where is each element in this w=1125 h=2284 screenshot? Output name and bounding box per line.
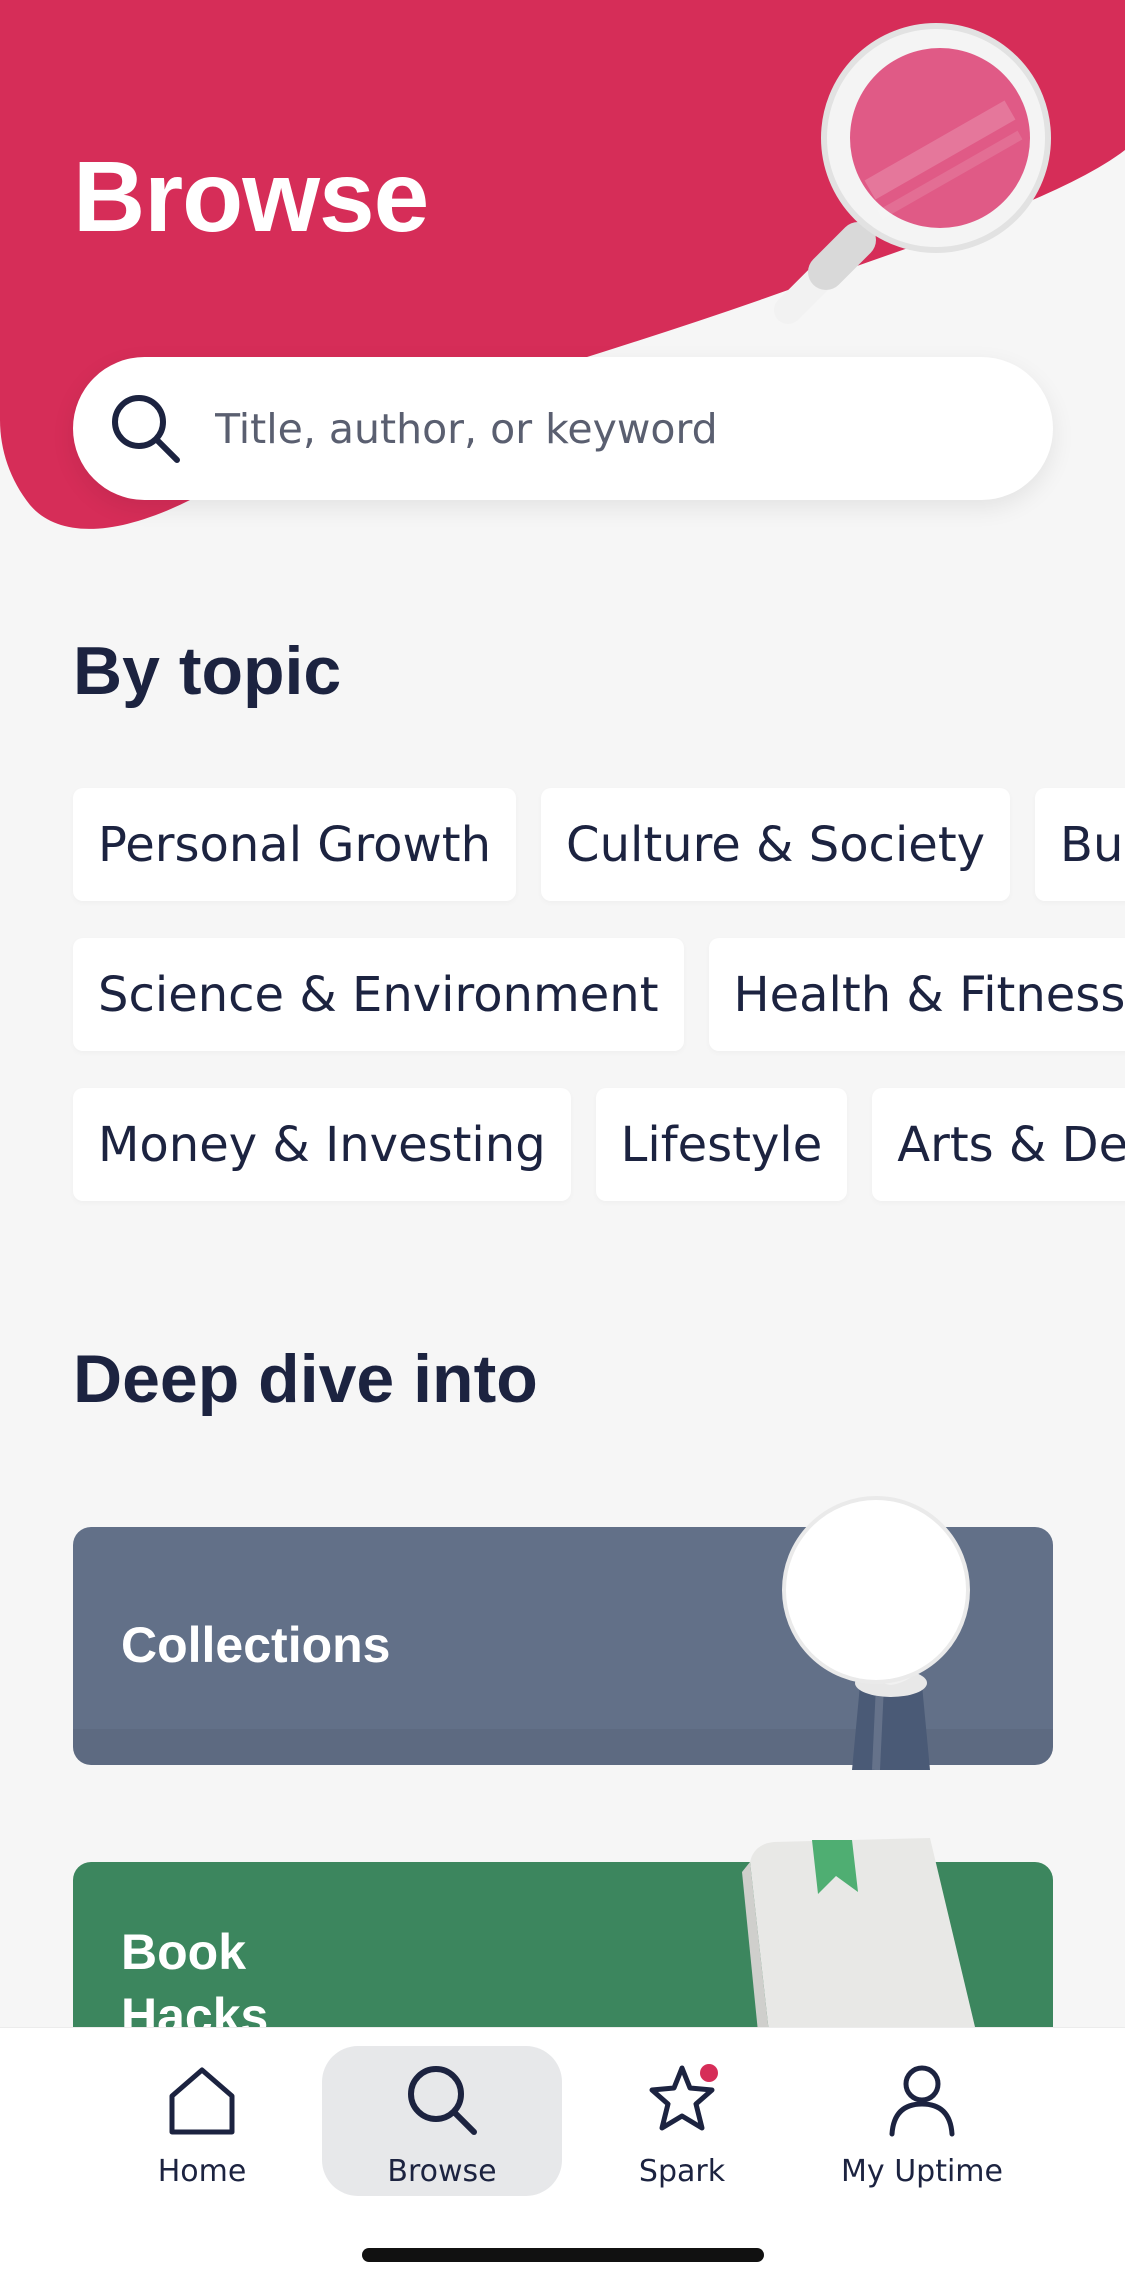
- nav-home-label: Home: [157, 2154, 247, 2189]
- deep-dive-heading: Deep dive into: [73, 1341, 538, 1417]
- topic-chip-science-environment[interactable]: Science & Environment: [73, 938, 684, 1051]
- browse-screen: Browse By topic Personal Growth Culture …: [0, 0, 1125, 2284]
- topic-chip-business-careers[interactable]: Business & Careers: [1035, 788, 1125, 901]
- topic-chip-money-investing[interactable]: Money & Investing: [73, 1088, 571, 1201]
- search-input[interactable]: [215, 404, 995, 453]
- search-icon: [408, 2066, 477, 2135]
- search-bar[interactable]: [73, 357, 1053, 500]
- topic-chip-culture-society[interactable]: Culture & Society: [541, 788, 1011, 901]
- topic-row-3: Money & Investing Lifestyle Arts & Desig…: [73, 1088, 1125, 1201]
- topic-chip-lifestyle[interactable]: Lifestyle: [595, 1088, 848, 1201]
- home-indicator: [362, 2248, 764, 2262]
- search-icon: [112, 394, 180, 463]
- collections-card-label: Collections: [121, 1617, 391, 1673]
- topic-chip-health-fitness[interactable]: Health & Fitness: [708, 938, 1125, 1051]
- nav-my-uptime-label: My Uptime: [841, 2154, 1003, 2189]
- profile-icon: [889, 2065, 955, 2137]
- bottom-nav: Home Browse Spark My Uptime: [0, 2027, 1125, 2284]
- home-icon: [169, 2067, 235, 2135]
- nav-spark[interactable]: Spark: [562, 2046, 802, 2196]
- notification-dot: [700, 2064, 718, 2082]
- nav-my-uptime[interactable]: My Uptime: [802, 2046, 1042, 2196]
- page-title: Browse: [73, 141, 429, 253]
- lightbulb-illustration: [782, 1496, 970, 1770]
- by-topic-heading: By topic: [73, 633, 342, 709]
- magnifying-glass-illustration: [774, 23, 1051, 324]
- nav-browse[interactable]: Browse: [322, 2046, 562, 2196]
- nav-spark-label: Spark: [638, 2154, 726, 2189]
- nav-home[interactable]: Home: [82, 2046, 322, 2196]
- topic-chip-personal-growth[interactable]: Personal Growth: [73, 788, 517, 901]
- topic-row-2: Science & Environment Health & Fitness: [73, 938, 1125, 1051]
- topic-chip-arts-design[interactable]: Arts & Design: [872, 1088, 1125, 1201]
- nav-browse-label: Browse: [387, 2154, 497, 2189]
- topic-row-1: Personal Growth Culture & Society Busine…: [73, 788, 1125, 901]
